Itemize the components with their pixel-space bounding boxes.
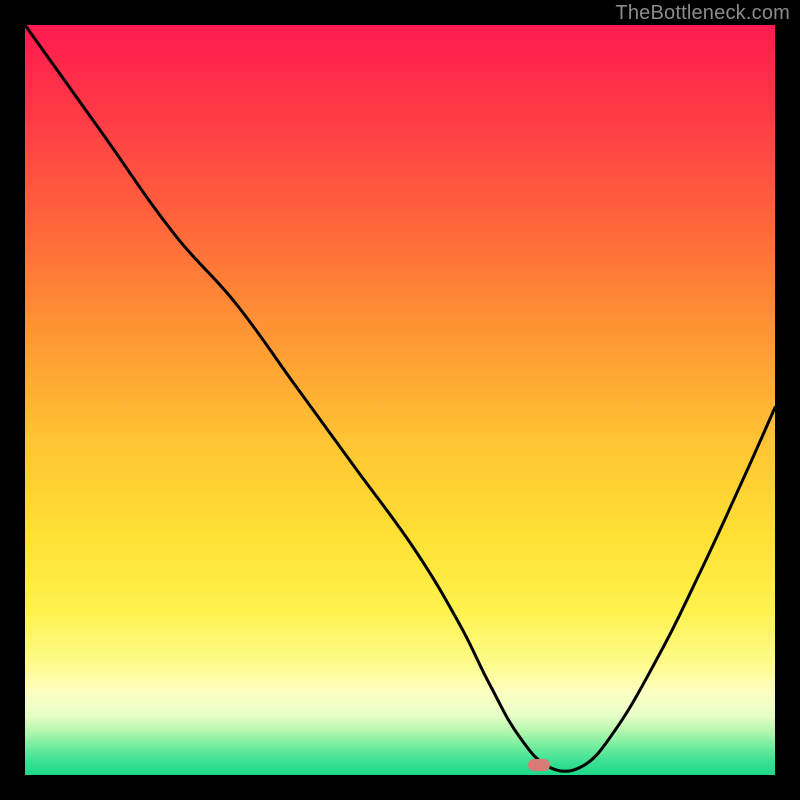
curve-svg	[25, 25, 775, 775]
chart-frame: TheBottleneck.com	[0, 0, 800, 800]
plot-area	[25, 25, 775, 775]
bottleneck-curve	[25, 25, 775, 771]
watermark-label: TheBottleneck.com	[615, 2, 790, 25]
optimal-point-marker	[528, 759, 550, 771]
